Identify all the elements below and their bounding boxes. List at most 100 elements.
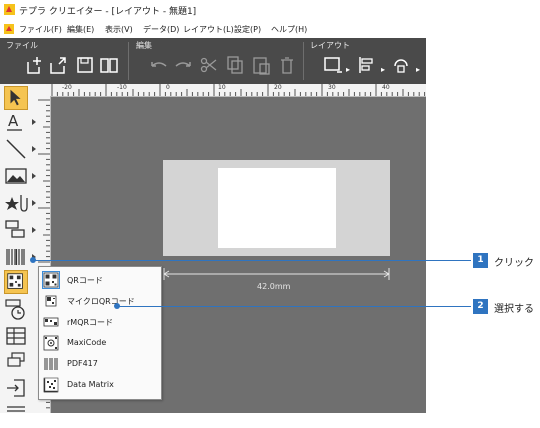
dropdown-dot-icon: ▸ bbox=[416, 65, 421, 74]
table-tool[interactable] bbox=[4, 324, 28, 348]
callout-dot-2 bbox=[114, 303, 120, 309]
tool-palette: A bbox=[0, 84, 38, 413]
width-dimension-label: 42.0mm bbox=[257, 282, 291, 291]
dropdown-item-label: rMQRコード bbox=[67, 318, 114, 327]
callout-number-1: 1 bbox=[473, 253, 488, 268]
dropdown-item-pdf417[interactable]: PDF417 bbox=[39, 354, 161, 375]
menu-help[interactable]: ヘルプ(H) bbox=[271, 24, 307, 35]
cut-button[interactable] bbox=[198, 54, 220, 76]
expand-arrow-icon[interactable] bbox=[32, 146, 36, 152]
ruler-label: 10 bbox=[218, 84, 226, 91]
save-button[interactable] bbox=[74, 54, 96, 76]
copy-icon bbox=[227, 56, 243, 74]
save-icon bbox=[77, 57, 93, 73]
copy-button[interactable] bbox=[224, 54, 246, 76]
redo-icon bbox=[175, 62, 191, 67]
open-file-icon bbox=[50, 57, 66, 74]
menu-file[interactable]: ファイル(F) bbox=[19, 24, 62, 35]
time-tool[interactable] bbox=[4, 298, 28, 322]
import-tool[interactable] bbox=[4, 376, 28, 400]
open-file-button[interactable] bbox=[48, 54, 70, 76]
print-area[interactable] bbox=[218, 168, 336, 248]
callout-dot-1 bbox=[30, 257, 36, 263]
svg-text:A: A bbox=[8, 112, 19, 130]
width-dimension-line bbox=[163, 268, 390, 280]
ribbon-divider bbox=[128, 42, 129, 80]
maxicode-icon bbox=[43, 335, 59, 351]
callout-text-1: クリック bbox=[494, 258, 534, 269]
align-left-icon bbox=[359, 57, 373, 73]
rmqr-icon bbox=[43, 317, 59, 327]
ruler-label: -10 bbox=[117, 84, 127, 91]
dropdown-item-qr[interactable]: QRコード bbox=[39, 270, 161, 291]
menu-edit[interactable]: 編集(E) bbox=[67, 24, 94, 35]
callout-number-2: 2 bbox=[473, 299, 488, 314]
paste-icon bbox=[253, 57, 270, 75]
expand-arrow-icon[interactable] bbox=[32, 119, 36, 125]
dropdown-item-maxicode[interactable]: MaxiCode bbox=[39, 333, 161, 354]
clipart-tool[interactable] bbox=[4, 191, 28, 215]
expand-arrow-icon[interactable] bbox=[32, 173, 36, 179]
ruler-label: 30 bbox=[328, 84, 336, 91]
text-tool[interactable]: A bbox=[4, 110, 28, 134]
trash-icon bbox=[281, 57, 293, 74]
pointer-icon bbox=[10, 89, 21, 106]
menu-data[interactable]: データ(D) bbox=[143, 24, 179, 35]
ribbon-divider bbox=[303, 42, 304, 80]
layout-blocks-icon bbox=[5, 220, 25, 238]
import-icon bbox=[7, 379, 25, 397]
rotate-button[interactable] bbox=[390, 54, 412, 76]
barcode-icon bbox=[6, 249, 25, 265]
manual-button[interactable] bbox=[98, 54, 120, 76]
pdf417-icon bbox=[44, 358, 58, 370]
dropdown-item-label: MaxiCode bbox=[67, 338, 107, 347]
expand-arrow-icon[interactable] bbox=[32, 227, 36, 233]
window-title: テプラ クリエイター - [レイアウト - 無題1] bbox=[19, 7, 197, 17]
undo-icon bbox=[151, 62, 167, 67]
dropdown-item-micro-qr[interactable]: マイクロQRコード bbox=[39, 291, 161, 312]
ruler-ticks bbox=[51, 84, 426, 96]
title-bar: テプラ クリエイター - [レイアウト - 無題1] bbox=[0, 0, 426, 20]
ruler-label: -20 bbox=[62, 84, 72, 91]
table-layout-tool[interactable] bbox=[4, 218, 28, 242]
app-menu-icon[interactable] bbox=[4, 24, 14, 34]
menu-settings[interactable]: 設定(P) bbox=[234, 24, 261, 35]
image-tool[interactable] bbox=[4, 164, 28, 188]
menu-view[interactable]: 表示(V) bbox=[105, 24, 133, 35]
more-tool[interactable] bbox=[4, 401, 28, 425]
frame-icon bbox=[324, 57, 342, 73]
rotate-icon bbox=[394, 59, 408, 73]
ribbon-toolbar: ファイル 編集 レイアウト ▸ ▸ ▸ bbox=[0, 38, 426, 84]
ribbon-group-layout: レイアウト bbox=[310, 41, 350, 50]
paste-button[interactable] bbox=[250, 54, 272, 76]
dropdown-item-data-matrix[interactable]: Data Matrix bbox=[39, 375, 161, 396]
redo-button[interactable] bbox=[172, 54, 194, 76]
callout-line-1 bbox=[33, 260, 471, 261]
arrange-tool[interactable] bbox=[4, 350, 28, 374]
barcode-tool[interactable] bbox=[4, 245, 28, 269]
dropdown-item-label: Data Matrix bbox=[67, 380, 114, 389]
clock-counter-icon bbox=[5, 299, 25, 320]
select-tool[interactable] bbox=[4, 86, 28, 110]
callout-text-2: 選択する bbox=[494, 304, 534, 315]
undo-button[interactable] bbox=[148, 54, 170, 76]
menu-layout[interactable]: レイアウト(L) bbox=[183, 24, 234, 35]
dropdown-item-label: PDF417 bbox=[67, 359, 98, 368]
horizontal-ruler: -20 -10 0 10 20 30 40 bbox=[38, 84, 426, 97]
menu-bar: ファイル(F) 編集(E) 表示(V) データ(D) レイアウト(L) 設定(P… bbox=[0, 20, 426, 38]
line-tool[interactable] bbox=[4, 137, 28, 161]
new-file-icon bbox=[27, 57, 41, 74]
ruler-label: 20 bbox=[274, 84, 282, 91]
micro-qr-icon bbox=[45, 295, 57, 307]
2d-code-dropdown: QRコード マイクロQRコード rMQRコード MaxiCode PDF417 … bbox=[38, 266, 162, 400]
dropdown-dot-icon: ▸ bbox=[346, 65, 351, 74]
dropdown-item-rmqr[interactable]: rMQRコード bbox=[39, 312, 161, 333]
star-clip-icon bbox=[5, 195, 28, 212]
align-button[interactable] bbox=[356, 54, 378, 76]
expand-arrow-icon[interactable] bbox=[32, 200, 36, 206]
2d-code-tool[interactable] bbox=[4, 270, 28, 294]
frame-button[interactable] bbox=[322, 54, 344, 76]
new-file-button[interactable] bbox=[24, 54, 46, 76]
delete-button[interactable] bbox=[276, 54, 298, 76]
list-icon bbox=[7, 406, 25, 412]
